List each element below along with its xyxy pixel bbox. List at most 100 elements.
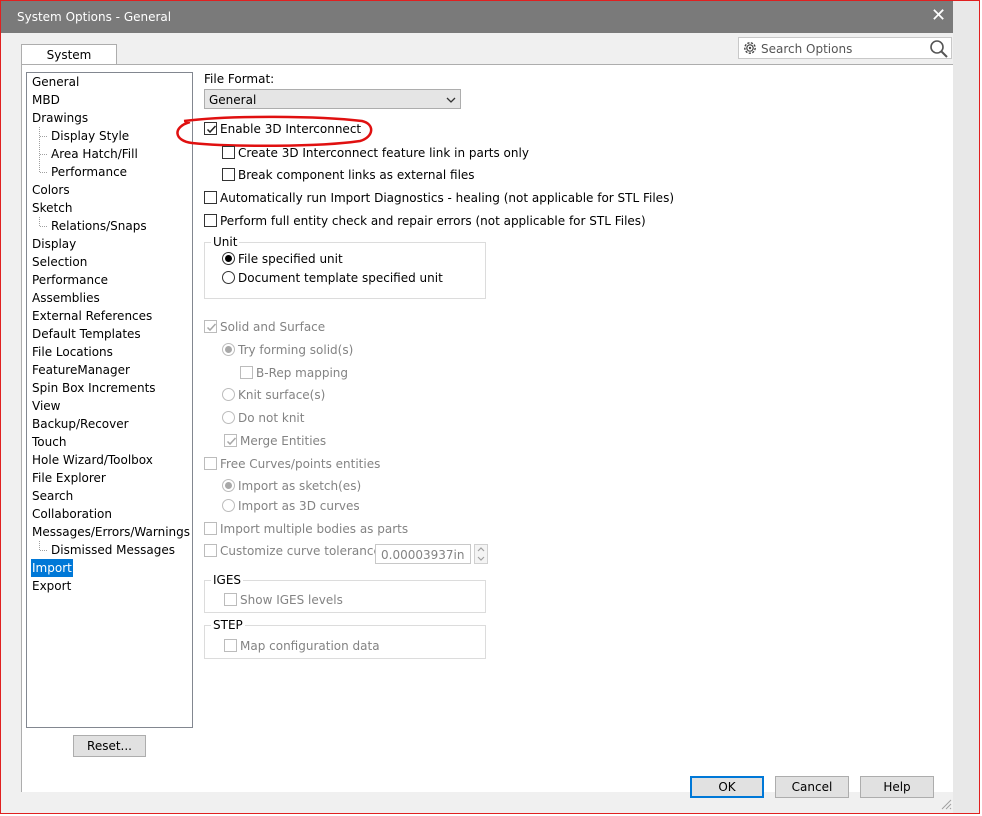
enable-3d-interconnect-checkbox[interactable] (204, 122, 217, 135)
tree-item-touch[interactable]: Touch (32, 433, 66, 451)
brep-mapping-checkbox[interactable] (240, 366, 253, 379)
import-multiple-bodies-checkbox[interactable] (204, 522, 217, 535)
tree-guide (40, 550, 47, 551)
merge-entities-label: Merge Entities (240, 434, 327, 448)
tree-item-mbd[interactable]: MBD (32, 91, 60, 109)
break-component-links-label: Break component links as external files (238, 168, 475, 182)
try-forming-solid-label: Try forming solid(s) (238, 343, 354, 357)
search-icon[interactable] (929, 39, 949, 62)
solid-and-surface-checkbox[interactable] (204, 320, 217, 333)
knit-surface-label: Knit surface(s) (238, 388, 326, 402)
document-template-unit-radio[interactable] (222, 271, 235, 284)
cancel-button[interactable]: Cancel (775, 776, 849, 798)
full-entity-check-checkbox[interactable] (204, 214, 217, 227)
map-configuration-data-checkbox[interactable] (224, 639, 237, 652)
tree-item-performance[interactable]: Performance (32, 271, 108, 289)
radio-selected-dot (225, 346, 232, 353)
gear-icon (742, 40, 758, 59)
file-specified-unit-radio[interactable] (222, 252, 235, 265)
checkmark-icon (226, 437, 237, 446)
try-forming-solid-radio[interactable] (222, 343, 235, 356)
title-bar[interactable]: System Options - General ✕ (1, 1, 953, 33)
tree-item-external-references[interactable]: External References (32, 307, 152, 325)
file-specified-unit-label: File specified unit (238, 252, 343, 266)
ok-button[interactable]: OK (690, 776, 764, 798)
show-iges-levels-checkbox[interactable] (224, 593, 237, 606)
tree-item-sketch[interactable]: Sketch (32, 199, 72, 217)
chevron-down-icon (445, 94, 457, 108)
close-icon[interactable]: ✕ (931, 5, 946, 26)
map-configuration-data-label: Map configuration data (240, 639, 380, 653)
resize-grip-icon[interactable] (940, 798, 952, 810)
window-title: System Options - General (17, 10, 172, 24)
help-button[interactable]: Help (860, 776, 934, 798)
tree-item-import[interactable]: Import (31, 559, 73, 577)
do-not-knit-label: Do not knit (238, 411, 305, 425)
search-options-box[interactable]: Search Options (738, 37, 952, 59)
tree-item-file-explorer[interactable]: File Explorer (32, 469, 106, 487)
free-curves-checkbox[interactable] (204, 457, 217, 470)
tree-item-area-hatch-fill[interactable]: Area Hatch/Fill (51, 145, 138, 163)
search-input[interactable]: Search Options (761, 42, 852, 56)
file-format-label: File Format: (204, 72, 275, 86)
tree-item-general[interactable]: General (32, 73, 79, 91)
unit-group-title: Unit (211, 235, 240, 249)
auto-import-diagnostics-checkbox[interactable] (204, 191, 217, 204)
knit-surface-radio[interactable] (222, 388, 235, 401)
enable-3d-interconnect-label: Enable 3D Interconnect (220, 122, 362, 136)
tree-guide (40, 226, 47, 227)
file-format-select[interactable]: General (204, 89, 461, 109)
free-curves-label: Free Curves/points entities (220, 457, 381, 471)
tree-item-collaboration[interactable]: Collaboration (32, 505, 112, 523)
options-tree[interactable]: General MBD Drawings Display Style Area … (26, 72, 193, 728)
tree-item-selection[interactable]: Selection (32, 253, 87, 271)
tree-guide (39, 217, 40, 226)
tree-guide (40, 154, 47, 155)
tree-item-drawings[interactable]: Drawings (32, 109, 88, 127)
tree-item-file-locations[interactable]: File Locations (32, 343, 113, 361)
create-feature-link-label: Create 3D Interconnect feature link in p… (238, 146, 529, 160)
import-as-sketch-radio[interactable] (222, 479, 235, 492)
break-component-links-checkbox[interactable] (222, 168, 235, 181)
show-iges-levels-label: Show IGES levels (240, 593, 343, 607)
solid-and-surface-label: Solid and Surface (220, 320, 326, 334)
radio-selected-dot (225, 482, 232, 489)
tree-guide (40, 136, 47, 137)
tree-item-view[interactable]: View (32, 397, 60, 415)
customize-curve-tolerance-checkbox[interactable] (204, 544, 217, 557)
tree-item-display-style[interactable]: Display Style (51, 127, 129, 145)
tree-item-dismissed-messages[interactable]: Dismissed Messages (51, 541, 175, 559)
tree-item-display[interactable]: Display (32, 235, 76, 253)
auto-import-diagnostics-label: Automatically run Import Diagnostics - h… (220, 191, 674, 205)
import-as-3d-curves-radio[interactable] (222, 499, 235, 512)
create-feature-link-checkbox[interactable] (222, 146, 235, 159)
tree-item-drawings-performance[interactable]: Performance (51, 163, 127, 181)
radio-selected-dot (225, 255, 232, 262)
merge-entities-checkbox[interactable] (224, 434, 237, 447)
tree-item-assemblies[interactable]: Assemblies (32, 289, 100, 307)
tree-guide (39, 541, 40, 550)
tree-item-messages-errors-warnings[interactable]: Messages/Errors/Warnings (32, 523, 190, 541)
tree-item-spin-box-increments[interactable]: Spin Box Increments (32, 379, 156, 397)
tree-item-relations-snaps[interactable]: Relations/Snaps (51, 217, 147, 235)
reset-button[interactable]: Reset... (73, 735, 146, 757)
tree-item-hole-wizard-toolbox[interactable]: Hole Wizard/Toolbox (32, 451, 153, 469)
customize-curve-tolerance-label: Customize curve tolerance: (220, 544, 385, 558)
tree-item-featuremanager[interactable]: FeatureManager (32, 361, 130, 379)
tab-system-options[interactable]: System Options (21, 44, 117, 82)
iges-group-title: IGES (211, 573, 244, 587)
tree-item-export[interactable]: Export (32, 577, 71, 595)
curve-tolerance-input[interactable]: 0.00003937in (375, 544, 471, 564)
import-multiple-bodies-label: Import multiple bodies as parts (220, 522, 409, 536)
tree-guide (39, 127, 40, 172)
step-group-title: STEP (211, 618, 245, 632)
do-not-knit-radio[interactable] (222, 411, 235, 424)
tree-item-colors[interactable]: Colors (32, 181, 70, 199)
background-strip (953, 1, 979, 813)
import-as-sketch-label: Import as sketch(es) (238, 479, 362, 493)
tree-item-default-templates[interactable]: Default Templates (32, 325, 141, 343)
tree-item-search[interactable]: Search (32, 487, 73, 505)
tree-item-backup-recover[interactable]: Backup/Recover (32, 415, 129, 433)
tree-guide (40, 172, 47, 173)
tolerance-spinner-icon[interactable] (474, 544, 488, 564)
